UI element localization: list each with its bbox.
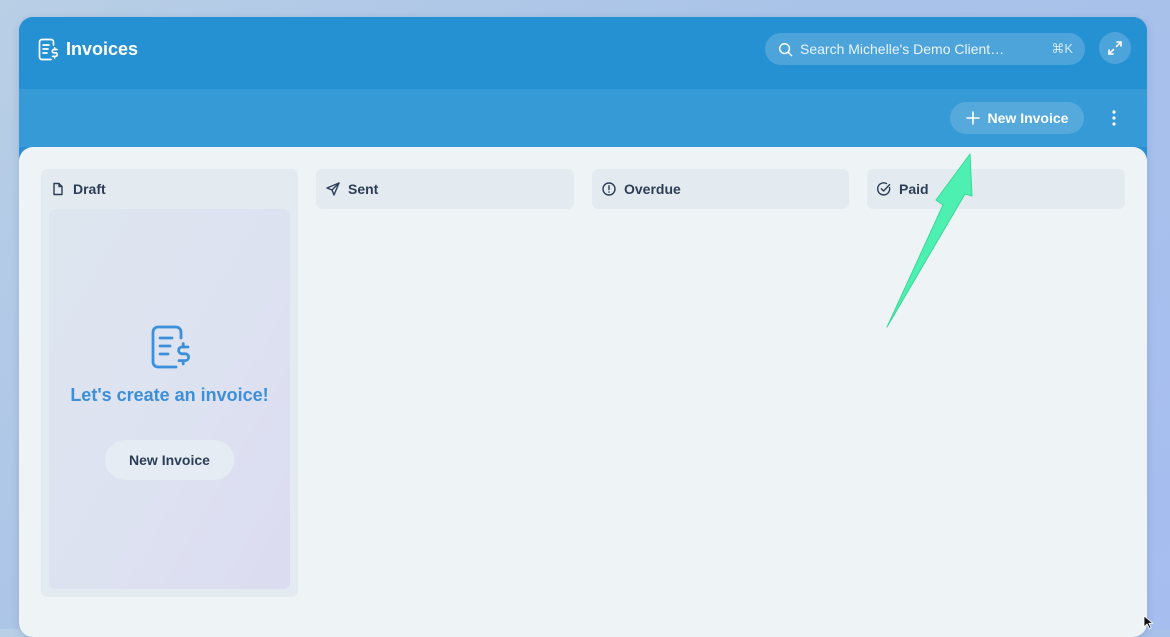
search-bar[interactable]: ⌘K xyxy=(765,33,1085,65)
title-bar: Invoices ⌘K xyxy=(19,17,1147,89)
invoice-dollar-icon xyxy=(38,38,59,61)
mouse-pointer-icon xyxy=(1143,615,1154,629)
column-draft: Draft Let's create an invoice! New Invoi… xyxy=(41,169,298,597)
new-invoice-card-button[interactable]: New Invoice xyxy=(105,440,234,480)
column-label: Sent xyxy=(348,181,379,197)
search-shortcut-hint: ⌘K xyxy=(1051,41,1073,56)
send-icon xyxy=(326,182,340,196)
toolbar: New Invoice xyxy=(19,89,1147,147)
more-options-button[interactable] xyxy=(1104,104,1124,132)
new-invoice-button[interactable]: New Invoice xyxy=(950,102,1084,134)
invoice-dollar-icon xyxy=(151,325,190,369)
column-header-draft: Draft xyxy=(41,169,106,209)
search-icon xyxy=(778,42,793,56)
expand-icon xyxy=(1108,41,1122,55)
column-label: Draft xyxy=(73,181,106,197)
column-label: Overdue xyxy=(624,181,681,197)
expand-button[interactable] xyxy=(1099,32,1131,64)
column-header-overdue: Overdue xyxy=(592,169,681,209)
document-icon xyxy=(53,182,63,196)
page-title: Invoices xyxy=(66,39,139,59)
column-sent: Sent xyxy=(316,169,574,209)
annotation-arrow-icon xyxy=(886,153,973,328)
plus-icon xyxy=(965,111,980,125)
search-input[interactable] xyxy=(800,41,1046,57)
column-overdue: Overdue xyxy=(592,169,849,209)
column-header-sent: Sent xyxy=(316,169,378,209)
empty-state-card: Let's create an invoice! New Invoice xyxy=(49,209,290,589)
new-invoice-label: New Invoice xyxy=(987,110,1069,126)
empty-state-message: Let's create an invoice! xyxy=(70,385,269,405)
alert-circle-icon xyxy=(602,182,616,196)
vertical-dots-icon xyxy=(1112,110,1116,126)
